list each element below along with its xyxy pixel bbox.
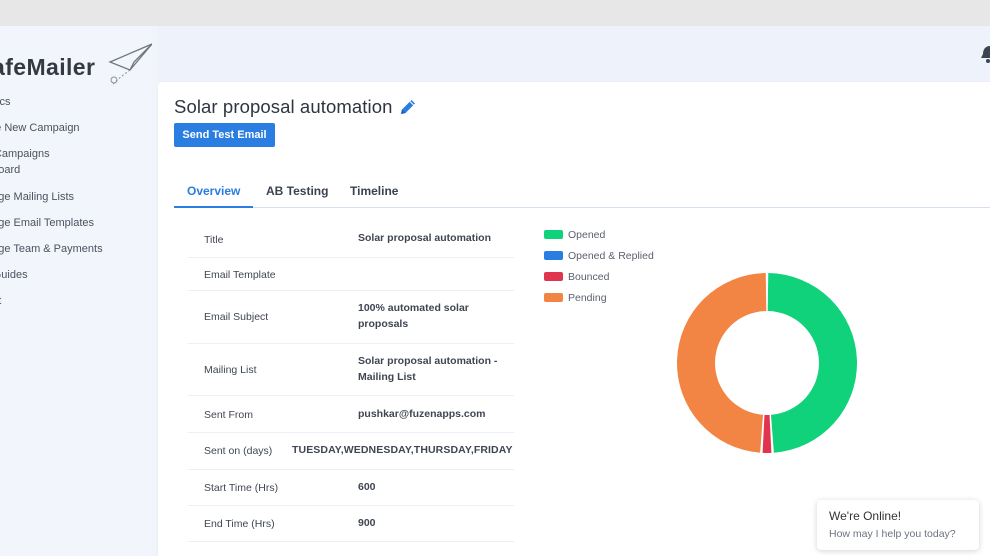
detail-row-sent-on: Sent on (days) TUESDAY,WEDNESDAY,THURSDA… bbox=[188, 433, 514, 470]
top-header bbox=[158, 26, 990, 82]
paper-plane-icon bbox=[108, 43, 152, 87]
campaign-details-table: Title Solar proposal automation Email Te… bbox=[188, 222, 514, 542]
logo-text: afeMailer bbox=[0, 54, 96, 80]
sidebar-item-campaigns-dashboard[interactable]: il Campaigns bbox=[0, 146, 50, 162]
detail-value: 100% automated solar proposals bbox=[358, 302, 469, 330]
detail-label: Mailing List bbox=[204, 364, 257, 376]
detail-value: pushkar@fuzenapps.com bbox=[358, 408, 486, 420]
detail-row-email-template: Email Template bbox=[188, 258, 514, 291]
logo[interactable]: afeMailer bbox=[0, 40, 152, 100]
sidebar-item-create-campaign[interactable]: ate New Campaign bbox=[0, 120, 80, 136]
detail-label: Sent on (days) bbox=[204, 445, 273, 457]
detail-label: End Time (Hrs) bbox=[204, 518, 275, 530]
donut-slice-opened[interactable] bbox=[767, 273, 857, 453]
sidebar-item-campaigns-dashboard-cont[interactable]: hboard bbox=[0, 162, 20, 178]
detail-label: Title bbox=[204, 234, 224, 246]
chat-widget[interactable]: We're Online! How may I help you today? bbox=[817, 500, 979, 550]
legend-swatch bbox=[544, 293, 563, 302]
donut-chart bbox=[677, 273, 857, 453]
sidebar: afeMailer lytics ate New Campaign il Cam… bbox=[0, 26, 152, 556]
legend-label: Pending bbox=[568, 291, 607, 304]
sidebar-item-user-guides[interactable]: r Guides bbox=[0, 267, 28, 283]
legend-label: Opened & Replied bbox=[568, 249, 654, 262]
bell-icon[interactable] bbox=[980, 42, 990, 64]
detail-label: Email Template bbox=[204, 269, 276, 281]
legend-item-pending[interactable]: Pending bbox=[544, 287, 654, 308]
chat-subtitle: How may I help you today? bbox=[829, 528, 956, 540]
detail-row-sent-from: Sent From pushkar@fuzenapps.com bbox=[188, 396, 514, 433]
detail-value: 600 bbox=[358, 481, 376, 493]
detail-value: Solar proposal automation - Mailing List bbox=[358, 355, 498, 383]
campaign-card: Solar proposal automation Send Test Emai… bbox=[158, 82, 990, 556]
chat-title: We're Online! bbox=[829, 509, 902, 523]
legend-label: Opened bbox=[568, 228, 606, 241]
sidebar-item-email-templates[interactable]: nage Email Templates bbox=[0, 215, 94, 231]
tab-ab-testing[interactable]: AB Testing bbox=[253, 178, 341, 208]
legend-swatch bbox=[544, 251, 563, 260]
chart-legend: Opened Opened & Replied Bounced Pending bbox=[544, 224, 654, 308]
legend-swatch bbox=[544, 272, 563, 281]
detail-value: 900 bbox=[358, 517, 376, 529]
sidebar-item-analytics[interactable]: lytics bbox=[0, 94, 10, 110]
title-row: Solar proposal automation bbox=[174, 96, 418, 118]
detail-value: TUESDAY,WEDNESDAY,THURSDAY,FRIDAY bbox=[292, 444, 513, 456]
donut-slice-pending[interactable] bbox=[677, 273, 767, 453]
detail-row-mailing-list: Mailing List Solar proposal automation -… bbox=[188, 344, 514, 396]
detail-row-start-time: Start Time (Hrs) 600 bbox=[188, 470, 514, 506]
legend-swatch bbox=[544, 230, 563, 239]
legend-item-opened-replied[interactable]: Opened & Replied bbox=[544, 245, 654, 266]
sidebar-item-mailing-lists[interactable]: nage Mailing Lists bbox=[0, 189, 74, 205]
detail-value: Solar proposal automation bbox=[358, 232, 492, 244]
browser-top-strip bbox=[0, 0, 990, 26]
detail-row-title: Title Solar proposal automation bbox=[188, 222, 514, 258]
detail-label: Email Subject bbox=[204, 311, 269, 323]
tab-timeline[interactable]: Timeline bbox=[337, 178, 411, 208]
legend-label: Bounced bbox=[568, 270, 610, 283]
page-title: Solar proposal automation bbox=[174, 96, 393, 117]
legend-item-opened[interactable]: Opened bbox=[544, 224, 654, 245]
donut-slice-bounced[interactable] bbox=[762, 414, 772, 453]
pencil-edit-icon[interactable] bbox=[398, 97, 418, 117]
detail-row-end-time: End Time (Hrs) 900 bbox=[188, 506, 514, 542]
detail-label: Sent From bbox=[204, 409, 254, 421]
send-test-email-button[interactable]: Send Test Email bbox=[174, 123, 275, 147]
legend-item-bounced[interactable]: Bounced bbox=[544, 266, 654, 287]
detail-label: Start Time (Hrs) bbox=[204, 482, 279, 494]
detail-row-email-subject: Email Subject 100% automated solar propo… bbox=[188, 291, 514, 344]
tab-overview[interactable]: Overview bbox=[174, 178, 254, 208]
tab-bar: Overview AB Testing Timeline bbox=[174, 178, 990, 208]
sidebar-item-logout[interactable]: out bbox=[0, 293, 1, 309]
sidebar-item-team-payments[interactable]: nage Team & Payments bbox=[0, 241, 103, 257]
